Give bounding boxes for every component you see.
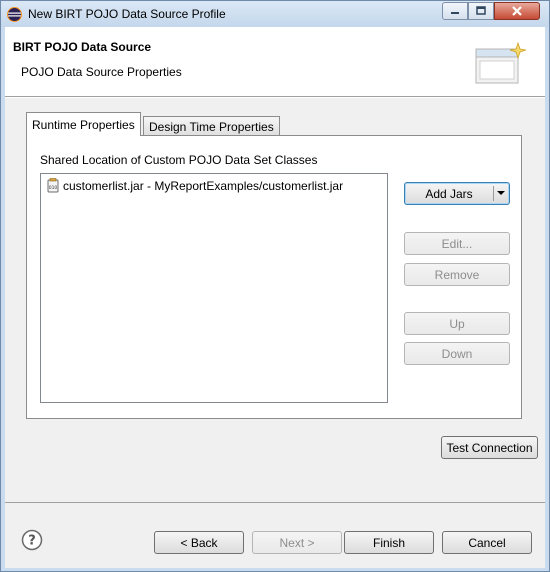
up-button[interactable]: Up xyxy=(404,312,510,335)
back-button[interactable]: < Back xyxy=(154,531,244,554)
tab-runtime-properties[interactable]: Runtime Properties xyxy=(26,112,141,136)
eclipse-icon xyxy=(7,7,22,22)
wizard-banner-icon xyxy=(475,41,526,84)
dialog-window: New BIRT POJO Data Source Profile BIRT P… xyxy=(0,0,550,572)
minimize-button[interactable] xyxy=(442,2,468,20)
split-divider xyxy=(493,186,494,201)
down-button[interactable]: Down xyxy=(404,342,510,365)
maximize-icon xyxy=(476,6,486,15)
close-window-button[interactable] xyxy=(494,2,540,20)
finish-button[interactable]: Finish xyxy=(344,531,434,554)
add-jars-label: Add Jars xyxy=(425,186,473,201)
maximize-button[interactable] xyxy=(468,2,494,20)
svg-text:010: 010 xyxy=(49,185,58,191)
edit-button[interactable]: Edit... xyxy=(404,232,510,255)
jar-file-icon: 010 xyxy=(47,178,59,193)
minimize-icon xyxy=(451,12,459,14)
close-icon xyxy=(512,6,522,16)
wizard-body: Runtime Properties Design Time Propertie… xyxy=(5,98,545,502)
window-title: New BIRT POJO Data Source Profile xyxy=(28,7,226,21)
dialog-client-area: BIRT POJO Data Source POJO Data Source P… xyxy=(5,27,545,568)
wizard-footer: ? < Back Next > Finish Cancel xyxy=(5,502,545,568)
runtime-properties-panel: Shared Location of Custom POJO Data Set … xyxy=(26,135,522,419)
test-connection-button[interactable]: Test Connection xyxy=(441,436,538,459)
jar-list[interactable]: 010 customerlist.jar - MyReportExamples/… xyxy=(40,173,388,403)
wizard-header: BIRT POJO Data Source POJO Data Source P… xyxy=(5,27,545,97)
page-title: BIRT POJO Data Source xyxy=(13,40,152,54)
jar-item-label: customerlist.jar - MyReportExamples/cust… xyxy=(63,178,344,193)
add-jars-button[interactable]: Add Jars xyxy=(404,182,510,205)
help-icon[interactable]: ? xyxy=(21,529,43,551)
cancel-button[interactable]: Cancel xyxy=(442,531,532,554)
tab-design-time-properties[interactable]: Design Time Properties xyxy=(143,116,280,136)
list-item[interactable]: 010 customerlist.jar - MyReportExamples/… xyxy=(47,178,343,193)
page-subtitle: POJO Data Source Properties xyxy=(21,65,182,79)
svg-text:?: ? xyxy=(28,534,36,549)
title-bar[interactable]: New BIRT POJO Data Source Profile xyxy=(1,1,549,27)
jar-location-label: Shared Location of Custom POJO Data Set … xyxy=(40,153,318,167)
remove-button[interactable]: Remove xyxy=(404,263,510,286)
next-button[interactable]: Next > xyxy=(252,531,342,554)
chevron-down-icon[interactable] xyxy=(497,191,505,195)
